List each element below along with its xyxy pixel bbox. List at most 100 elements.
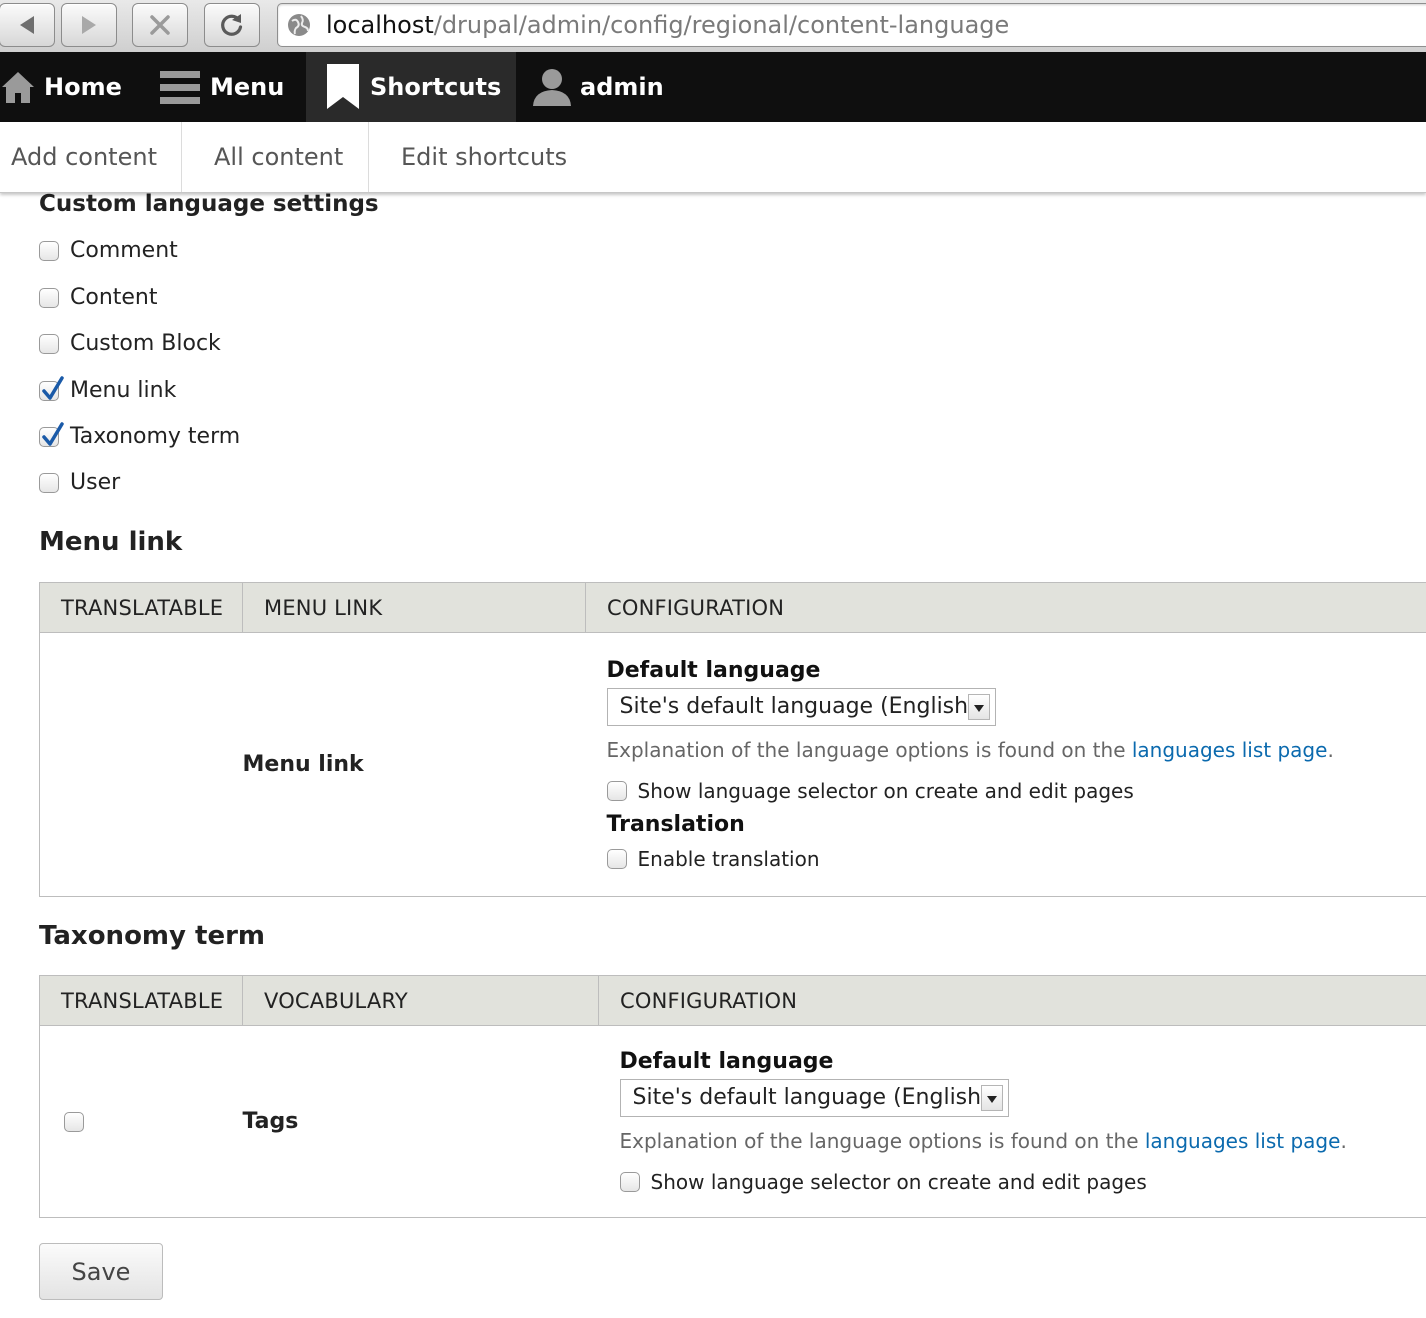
column-header-configuration: Configuration	[598, 975, 1426, 1026]
select-value: Site's default language (English)	[619, 694, 977, 719]
vocabulary-name: Tags	[242, 1025, 599, 1218]
language-options-description: Explanation of the language options is f…	[620, 1129, 1426, 1153]
table-header-row: Translatable Menu link Configuration	[39, 582, 1426, 633]
bookmark-icon	[327, 64, 359, 109]
column-header-configuration: Configuration	[585, 582, 1426, 633]
address-bar[interactable]: localhost/drupal/admin/config/regional/c…	[277, 3, 1426, 47]
languages-list-page-link[interactable]: languages list page	[1145, 1129, 1341, 1153]
column-header-translatable: Translatable	[39, 582, 243, 633]
column-header-translatable: Translatable	[39, 975, 243, 1026]
url-text: localhost/drupal/admin/config/regional/c…	[326, 11, 1009, 39]
toolbar-user[interactable]: admin	[532, 52, 664, 122]
checkmark-icon	[42, 421, 64, 446]
checkbox[interactable]	[39, 287, 59, 308]
checkbox[interactable]	[39, 333, 59, 354]
tray-divider	[181, 122, 182, 192]
checkbox-checked[interactable]	[39, 421, 64, 447]
toolbar-menu-label: Menu	[210, 73, 285, 101]
globe-icon	[288, 14, 310, 36]
dropdown-arrow-icon	[967, 694, 990, 720]
enable-translation-checkbox[interactable]	[606, 849, 627, 869]
toolbar-user-label: admin	[580, 73, 664, 101]
shortcut-add-content[interactable]: Add content	[11, 122, 157, 192]
stop-button[interactable]	[132, 3, 188, 47]
taxonomy-term-table: Translatable Vocabulary Configuration Ta…	[39, 975, 1426, 1218]
table-header-row: Translatable Vocabulary Configuration	[39, 975, 1426, 1026]
dropdown-arrow-icon	[980, 1085, 1003, 1111]
show-language-selector-label: Show language selector on create and edi…	[650, 1170, 1147, 1194]
toolbar-shortcuts[interactable]: Shortcuts	[306, 52, 516, 122]
toolbar-menu[interactable]: Menu	[160, 52, 284, 122]
user-icon	[533, 69, 571, 106]
enable-translation-label: Enable translation	[637, 847, 820, 871]
taxonomy-term-section-title: Taxonomy term	[39, 921, 266, 951]
entity-label: Taxonomy term	[70, 424, 241, 449]
configuration-cell: Default language Site's default language…	[585, 632, 1426, 897]
shortcut-all-content[interactable]: All content	[214, 122, 343, 192]
url-host: localhost	[326, 11, 434, 39]
translation-label: Translation	[606, 812, 745, 837]
shortcuts-tray: Add content All content Edit shortcuts	[0, 122, 1426, 193]
language-options-description: Explanation of the language options is f…	[607, 738, 1426, 762]
description-text: Explanation of the language options is f…	[619, 1129, 1145, 1153]
column-header-menu-link: Menu link	[242, 582, 586, 633]
admin-toolbar: Home Menu Shortcuts admin	[0, 52, 1426, 122]
entity-checkbox-content[interactable]: Content	[39, 285, 158, 310]
menu-link-table: Translatable Menu link Configuration Men…	[39, 582, 1426, 897]
default-language-label: Default language	[606, 658, 821, 683]
default-language-select[interactable]: Site's default language (English)	[619, 1079, 1009, 1117]
entity-checkbox-comment[interactable]: Comment	[39, 238, 178, 263]
enable-translation-option[interactable]: Enable translation	[606, 847, 1426, 871]
show-language-selector-checkbox[interactable]	[606, 781, 627, 801]
entity-checkbox-user[interactable]: User	[39, 470, 120, 495]
menu-icon	[160, 71, 200, 104]
checkbox[interactable]	[39, 240, 59, 261]
entity-label: Comment	[70, 238, 178, 263]
browser-toolbar: localhost/drupal/admin/config/regional/c…	[0, 0, 1426, 53]
checkbox[interactable]	[39, 472, 59, 493]
translatable-checkbox[interactable]	[64, 1111, 84, 1132]
select-value: Site's default language (English)	[632, 1085, 990, 1110]
forward-icon	[82, 16, 96, 34]
entity-checkbox-taxonomy-term[interactable]: Taxonomy term	[39, 421, 241, 449]
description-text: Explanation of the language options is f…	[606, 738, 1132, 762]
toolbar-home[interactable]: Home	[0, 52, 122, 122]
home-icon	[2, 72, 34, 103]
entity-checkbox-custom-block[interactable]: Custom Block	[39, 331, 221, 356]
show-language-selector-label: Show language selector on create and edi…	[637, 779, 1134, 803]
entity-label: Content	[70, 285, 158, 310]
description-suffix: .	[1340, 1129, 1347, 1153]
show-language-selector-option[interactable]: Show language selector on create and edi…	[619, 1170, 1426, 1194]
toolbar-shortcuts-label: Shortcuts	[370, 73, 502, 101]
back-button[interactable]	[0, 3, 55, 47]
show-language-selector-option[interactable]: Show language selector on create and edi…	[606, 779, 1426, 803]
entity-label: Custom Block	[70, 331, 221, 356]
configuration-cell: Default language Site's default language…	[598, 1025, 1426, 1218]
table-row: Menu link Default language Site's defaul…	[39, 632, 1426, 897]
languages-list-page-link[interactable]: languages list page	[1132, 738, 1328, 762]
entity-label: Menu link	[70, 378, 177, 403]
forward-button[interactable]	[61, 3, 117, 47]
stop-icon	[150, 15, 170, 35]
menu-link-section-title: Menu link	[39, 527, 183, 557]
back-icon	[20, 16, 34, 34]
description-suffix: .	[1327, 738, 1334, 762]
save-button[interactable]: Save	[39, 1243, 163, 1300]
shortcut-edit-shortcuts[interactable]: Edit shortcuts	[401, 122, 567, 192]
translatable-cell	[39, 1025, 243, 1218]
show-language-selector-checkbox[interactable]	[619, 1172, 640, 1192]
default-language-select[interactable]: Site's default language (English)	[606, 688, 996, 726]
reload-button[interactable]	[204, 3, 260, 47]
entity-label: User	[70, 470, 121, 495]
translatable-cell	[39, 632, 243, 897]
checkbox-checked[interactable]	[39, 375, 64, 401]
bundle-name: Menu link	[242, 632, 586, 897]
entity-checkbox-menu-link[interactable]: Menu link	[39, 375, 177, 403]
checkmark-icon	[42, 375, 64, 400]
default-language-label: Default language	[619, 1049, 834, 1074]
custom-language-settings-title: Custom language settings	[39, 191, 379, 217]
tray-divider	[368, 122, 369, 192]
table-row: Tags Default language Site's default lan…	[39, 1025, 1426, 1218]
reload-icon	[221, 14, 243, 36]
url-path: /drupal/admin/config/regional/content-la…	[433, 11, 1010, 39]
